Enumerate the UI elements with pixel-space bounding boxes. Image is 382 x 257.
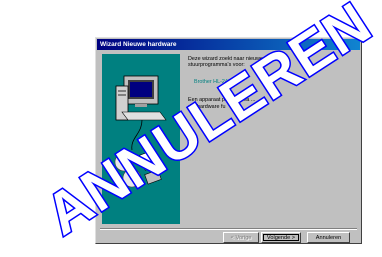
hint-text: Een apparaat programma ... dat hardware … [188, 97, 256, 110]
computer-illustration-icon [102, 54, 180, 224]
wizard-dialog: Wizard Nieuwe hardware Deze wizard zoekt… [95, 37, 362, 244]
device-name: Brother HL-2460 se [194, 78, 242, 85]
next-button[interactable]: Volgende > [261, 232, 301, 243]
wizard-content: Deze wizard zoekt naar nieuwe stuurprogr… [188, 56, 356, 110]
title-bar[interactable]: Wizard Nieuwe hardware [97, 39, 360, 50]
separator [100, 228, 357, 230]
intro-text: Deze wizard zoekt naar nieuwe stuurprogr… [188, 56, 263, 69]
wizard-illustration [102, 54, 180, 224]
cancel-button[interactable]: Annuleren [307, 232, 350, 243]
back-button[interactable]: < Vorige [223, 232, 259, 243]
window-title: Wizard Nieuwe hardware [100, 41, 177, 48]
